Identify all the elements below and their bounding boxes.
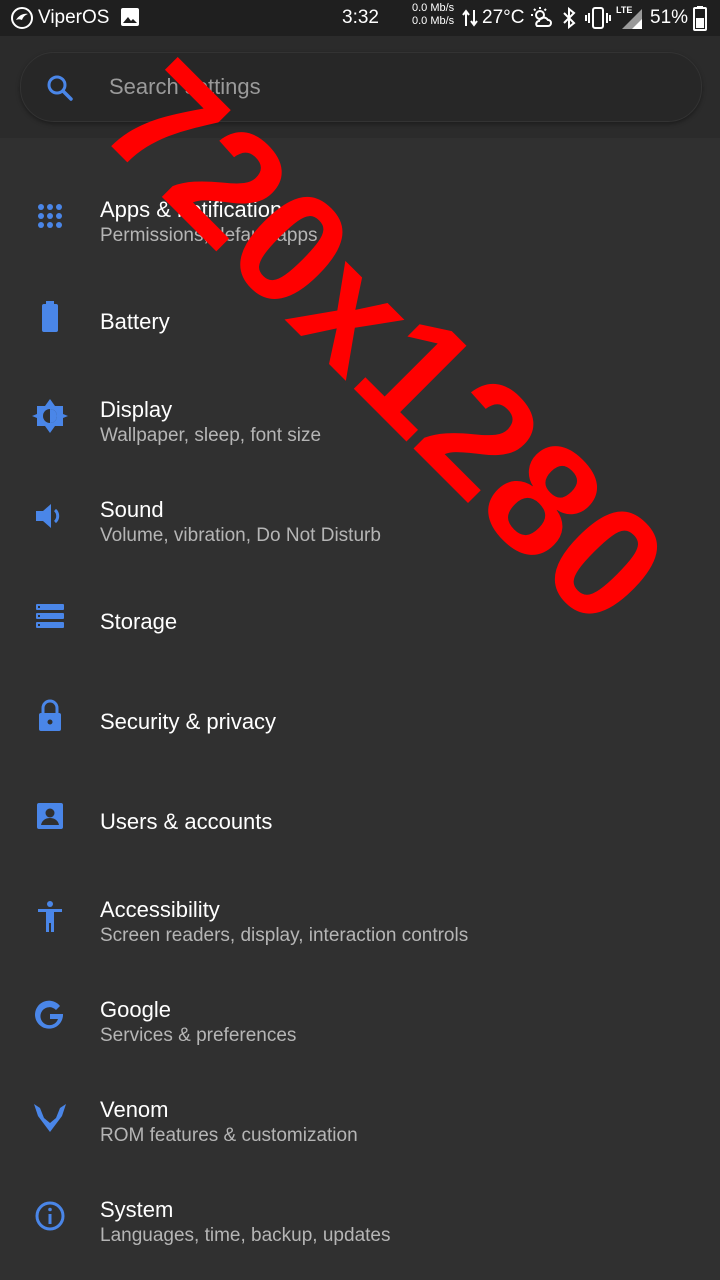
- info-icon: [35, 1201, 65, 1231]
- settings-item-security[interactable]: Security & privacy: [0, 662, 720, 762]
- battery-status-icon: [693, 6, 707, 31]
- settings-item-storage[interactable]: Storage: [0, 562, 720, 662]
- settings-item-subtitle: Wallpaper, sleep, font size: [100, 425, 322, 446]
- settings-item-apps[interactable]: Apps & notifications Permissions, defaul…: [0, 162, 720, 262]
- storage-icon: [36, 604, 64, 628]
- accessibility-icon: [38, 901, 62, 932]
- settings-item-title: Battery: [100, 309, 170, 334]
- clock: 3:32: [342, 7, 379, 28]
- bluetooth-icon: [563, 6, 576, 30]
- lte-signal: LTE: [616, 5, 644, 31]
- settings-item-title: Google: [100, 997, 171, 1022]
- settings-item-system[interactable]: System Languages, time, backup, updates: [0, 1162, 720, 1262]
- search-bar[interactable]: Search settings: [20, 52, 702, 122]
- carrier-name: ViperOS: [38, 7, 110, 28]
- settings-item-display[interactable]: Display Wallpaper, sleep, font size: [0, 362, 720, 462]
- vibrate-icon: [585, 7, 611, 29]
- settings-item-title: Accessibility: [100, 897, 220, 922]
- settings-item-subtitle: ROM features & customization: [100, 1125, 358, 1146]
- net-down-speed: 0.0 Mb/s: [412, 15, 455, 27]
- settings-item-google[interactable]: Google Services & preferences: [0, 962, 720, 1062]
- data-arrows-icon: [462, 9, 478, 27]
- temperature: 27°C: [482, 7, 525, 28]
- settings-item-title: Storage: [100, 609, 178, 634]
- search-container: Search settings: [0, 36, 720, 138]
- google-icon: [35, 1000, 64, 1029]
- settings-item-title: Sound: [100, 497, 164, 522]
- search-icon: [47, 75, 73, 101]
- settings-item-venom[interactable]: Venom ROM features & customization: [0, 1062, 720, 1162]
- viper-logo-icon: [11, 7, 33, 29]
- settings-item-sound[interactable]: Sound Volume, vibration, Do Not Disturb: [0, 462, 720, 562]
- settings-item-subtitle: Volume, vibration, Do Not Disturb: [100, 525, 381, 546]
- apps-grid-icon: [38, 204, 62, 228]
- settings-item-title: Display: [100, 397, 173, 422]
- settings-item-users[interactable]: Users & accounts: [0, 762, 720, 862]
- volume-icon: [36, 504, 60, 528]
- settings-item-title: Security & privacy: [100, 709, 277, 734]
- settings-item-title: Apps & notifications: [100, 197, 294, 222]
- search-input[interactable]: Search settings: [109, 74, 261, 100]
- settings-item-title: Users & accounts: [100, 809, 273, 834]
- settings-item-subtitle: Languages, time, backup, updates: [100, 1225, 391, 1246]
- settings-item-title: System: [100, 1197, 174, 1222]
- lock-icon: [39, 699, 61, 731]
- status-bar: ViperOS 3:32 0.0 Mb/s 0.0 Mb/s 27°C LTE …: [0, 0, 720, 36]
- net-up-speed: 0.0 Mb/s: [412, 2, 455, 14]
- image-notification-icon: [121, 8, 139, 26]
- weather-icon: [531, 7, 552, 27]
- brightness-icon: [32, 399, 68, 433]
- settings-item-subtitle: Services & preferences: [100, 1025, 297, 1046]
- venom-icon: [34, 1104, 66, 1132]
- settings-item-subtitle: Screen readers, display, interaction con…: [100, 925, 469, 946]
- settings-item-battery[interactable]: Battery: [0, 262, 720, 362]
- battery-percent: 51%: [650, 7, 689, 28]
- battery-icon: [42, 301, 58, 332]
- account-box-icon: [37, 803, 63, 829]
- network-speed: 0.0 Mb/s 0.0 Mb/s: [412, 2, 462, 28]
- signal-icon: [622, 9, 642, 29]
- settings-item-accessibility[interactable]: Accessibility Screen readers, display, i…: [0, 862, 720, 962]
- settings-item-subtitle: Permissions, default apps: [100, 225, 318, 246]
- settings-item-title: Venom: [100, 1097, 169, 1122]
